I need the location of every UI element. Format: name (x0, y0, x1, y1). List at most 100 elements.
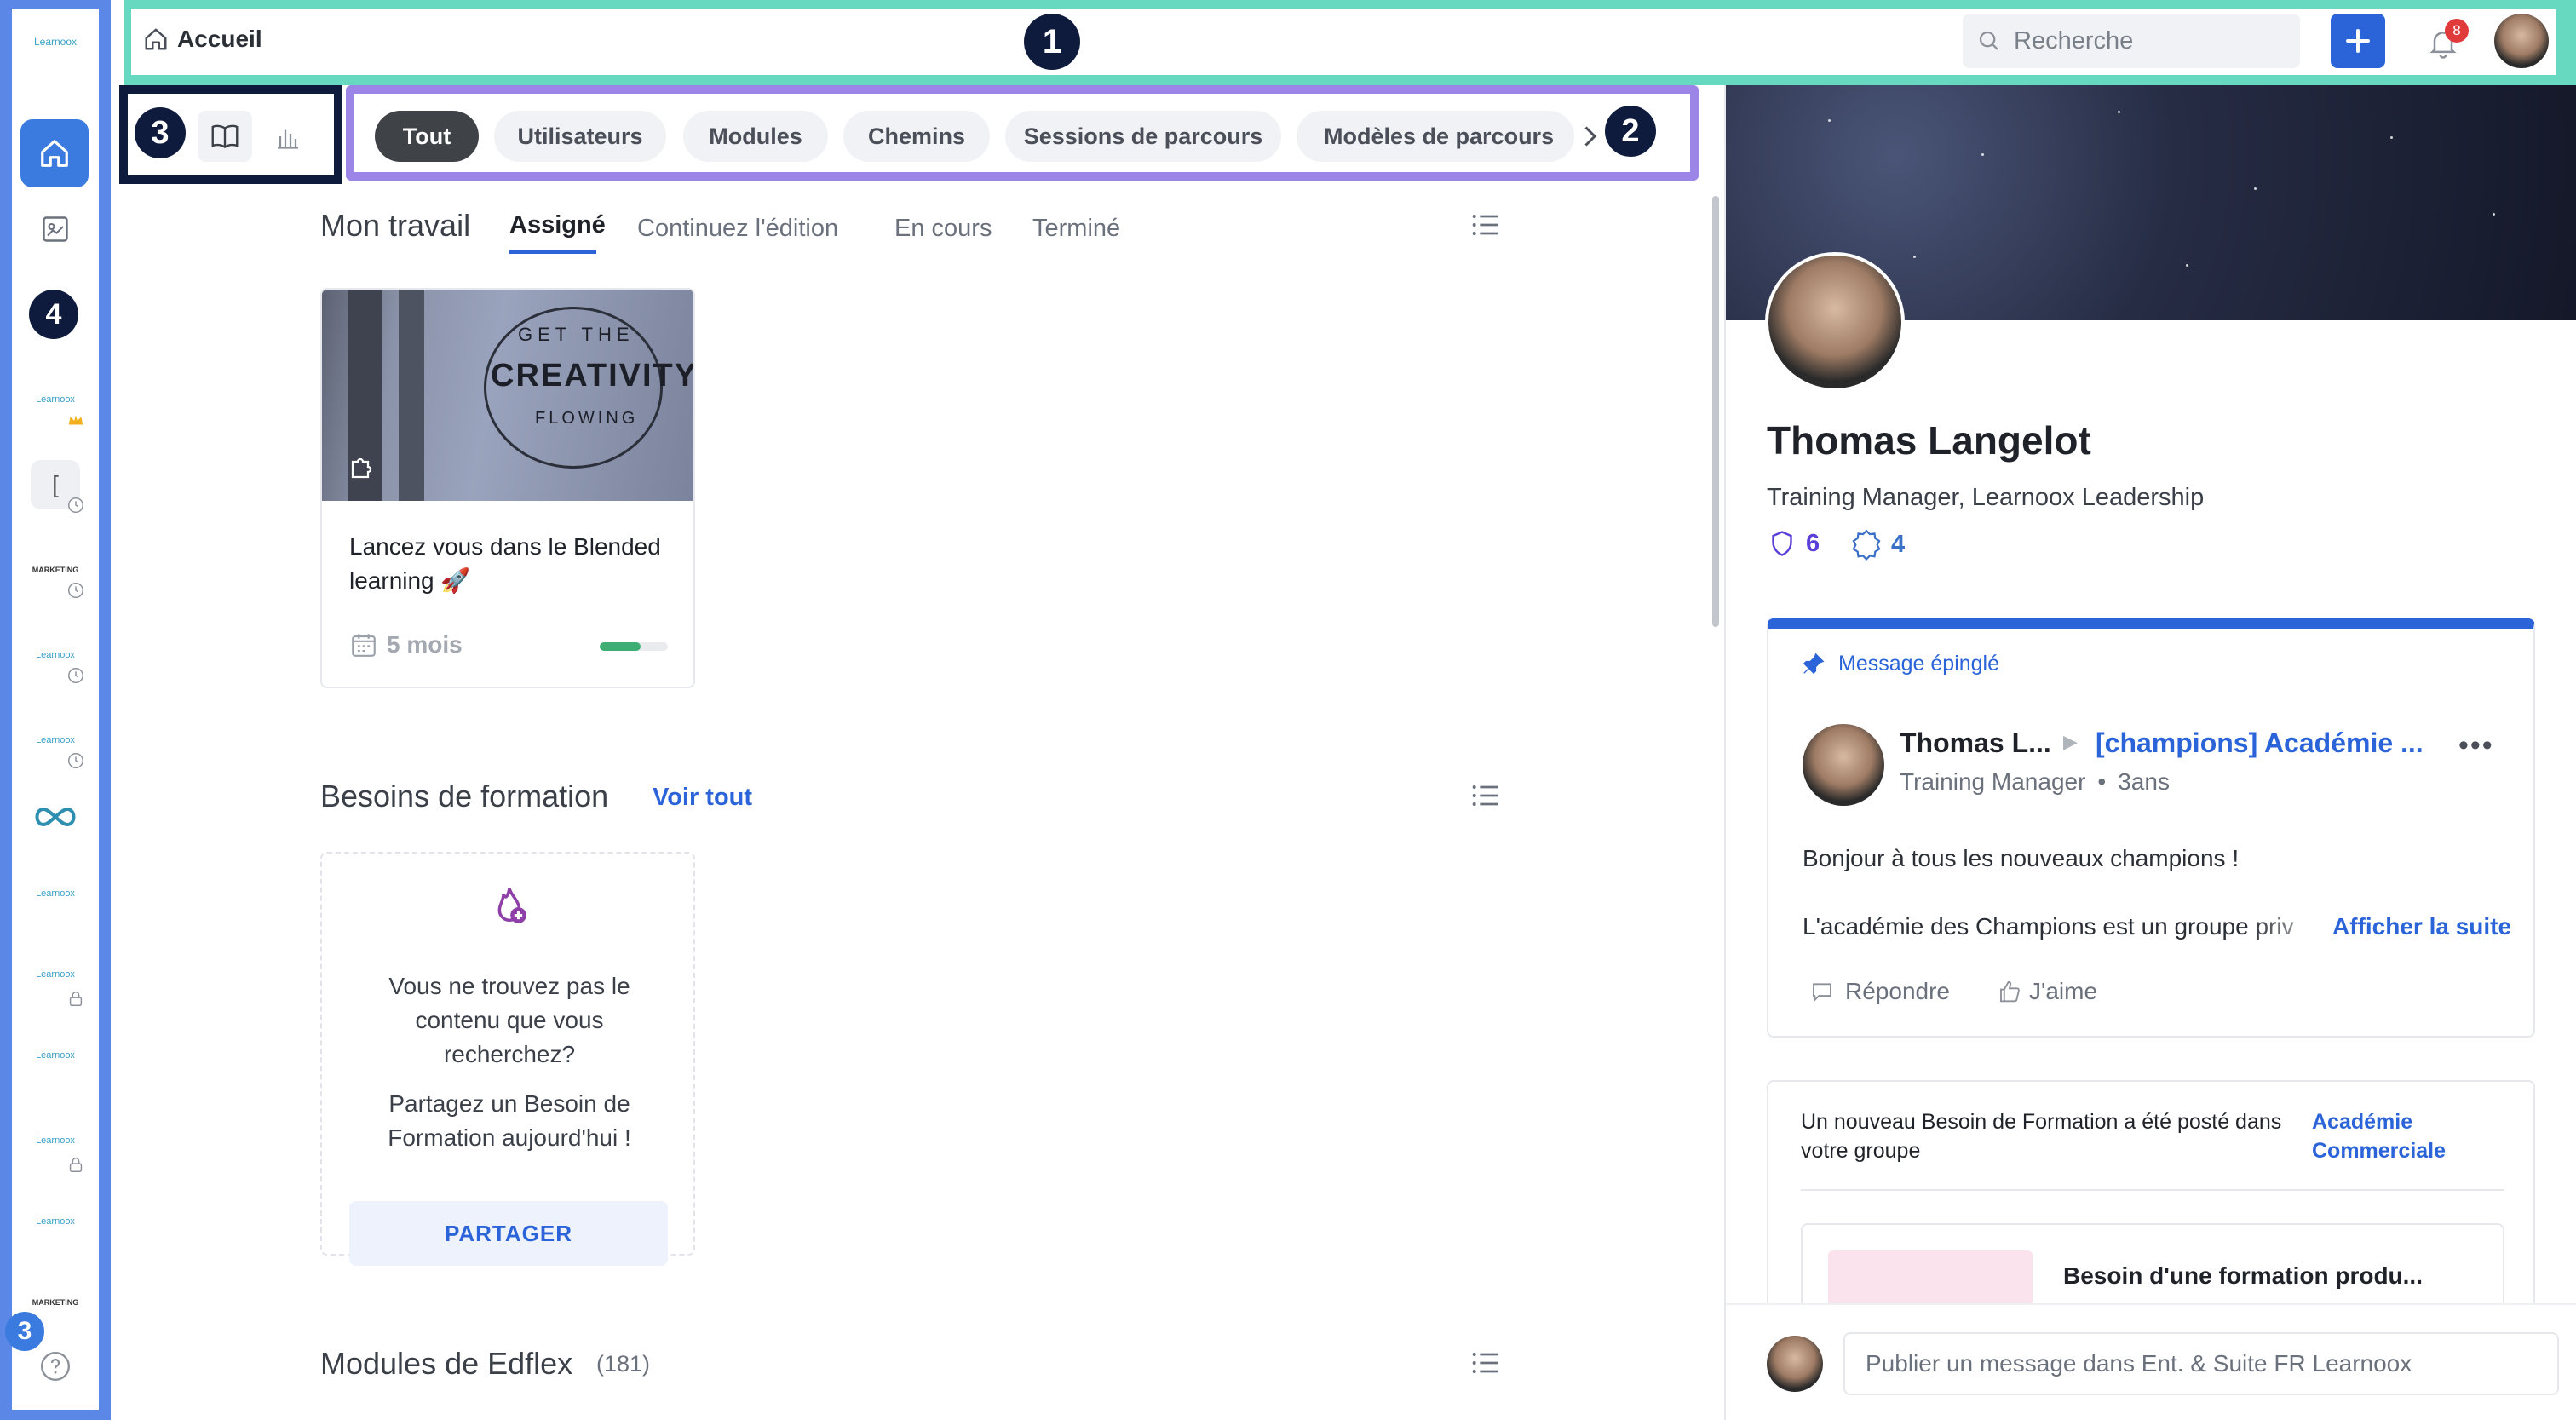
breadcrumb-label: Accueil (177, 26, 262, 52)
filter-tab-modules[interactable]: Modules (683, 111, 828, 162)
sidebar-infinity-button[interactable] (31, 792, 80, 842)
post-meta: Training Manager • 3ans (1900, 768, 2170, 795)
pinned-message-card: Message épinglé Thomas L... ▶ [champions… (1767, 618, 2535, 1038)
calendar-icon (352, 634, 376, 657)
tab-completed[interactable]: Terminé (1032, 215, 1120, 243)
share-button[interactable]: PARTAGER (349, 1201, 668, 1266)
list-view-button[interactable] (1469, 1346, 1503, 1380)
notice-need-title: Besoin d'une formation produ... (2063, 1262, 2423, 1289)
sidebar-group-5[interactable]: Learnoox (31, 716, 83, 768)
filter-tab-templates[interactable]: Modèles de parcours (1297, 111, 1574, 162)
profile-stat-badges[interactable]: 6 (1767, 528, 1820, 559)
tab-active-underline (509, 250, 596, 254)
like-button[interactable]: J'aime (1997, 978, 2097, 1005)
share-need-card: Vous ne trouvez pas le contenu que vous … (320, 852, 695, 1266)
app-logo[interactable]: Learnoox (12, 34, 99, 49)
filter-tab-all[interactable]: Tout (375, 111, 479, 162)
sidebar-group-1[interactable]: Learnoox (31, 375, 83, 425)
composer-avatar (1767, 1336, 1823, 1392)
create-button[interactable] (2331, 14, 2385, 68)
badge-icon (1852, 529, 1881, 561)
filter-tab-paths[interactable]: Chemins (843, 111, 990, 162)
sidebar-panel: Learnoox 4 Learnoox [ MARKETING Learnoox… (5, 9, 99, 1410)
list-icon (1472, 215, 1498, 235)
home-icon (41, 140, 68, 167)
show-more-link[interactable]: Afficher la suite (2332, 913, 2511, 940)
callout-3: 3 (135, 107, 186, 158)
help-button[interactable] (39, 1350, 72, 1383)
composer-input[interactable]: Publier un message dans Ent. & Suite FR … (1843, 1332, 2559, 1395)
top-bar-panel: Accueil 1 Recherche 8 (131, 9, 2556, 75)
reply-button[interactable]: Répondre (1809, 978, 1950, 1005)
training-needs-title: Besoins de formation (320, 779, 609, 813)
sidebar-group-2[interactable]: [ (31, 460, 83, 513)
arrow-right-icon: ▶ (2063, 731, 2078, 752)
sidebar-group-6[interactable]: Learnoox (31, 869, 80, 918)
help-icon (40, 1351, 71, 1382)
search-input[interactable]: Recherche (1963, 14, 2300, 68)
shield-icon (1772, 531, 1792, 556)
puzzle-icon (351, 457, 372, 479)
pin-icon (1803, 653, 1825, 675)
sidebar-dashboard-button[interactable] (31, 204, 80, 254)
book-open-icon (211, 124, 239, 149)
tab-in-progress[interactable]: En cours (894, 215, 992, 243)
list-view-button[interactable] (1469, 779, 1503, 813)
post-group-link[interactable]: [champions] Académie ... (2096, 727, 2424, 759)
flame-plus-icon (497, 888, 526, 923)
notice-divider (1801, 1189, 2504, 1191)
callout-3-bottom: 3 (5, 1312, 44, 1351)
progress-fill (600, 642, 641, 651)
dashboard-icon (43, 216, 68, 242)
my-work-title: Mon travail (320, 208, 471, 243)
tab-continue-editing[interactable]: Continuez l'édition (637, 215, 838, 243)
list-view-button[interactable] (1469, 208, 1503, 242)
profile-stat-certificates[interactable]: 4 (1850, 528, 1905, 561)
sidebar-group-10[interactable]: Learnoox (31, 1197, 80, 1246)
list-icon (1472, 785, 1498, 806)
clock-icon (68, 497, 83, 513)
search-placeholder: Recherche (2014, 26, 2134, 55)
user-avatar[interactable] (2494, 14, 2549, 68)
sidebar-group-9[interactable]: Learnoox (31, 1116, 83, 1172)
clock-icon (68, 668, 83, 683)
filter-tab-sessions[interactable]: Sessions de parcours (1005, 111, 1281, 162)
stats-view-button[interactable] (261, 111, 315, 162)
catalog-view-button[interactable] (198, 111, 252, 162)
home-icon (145, 28, 167, 50)
module-card-duration: 5 mois (349, 630, 463, 659)
lock-icon (69, 1157, 83, 1172)
post-line-1: Bonjour à tous les nouveaux champions ! (1803, 845, 2240, 871)
share-need-text-1: Vous ne trouvez pas le contenu que vous … (388, 973, 630, 1067)
sidebar-group-3[interactable]: MARKETING (31, 545, 83, 598)
more-options-icon[interactable]: ••• (2458, 729, 2494, 762)
pinned-label: Message épinglé (1801, 651, 1999, 676)
scroll-right-button[interactable] (1574, 119, 1605, 153)
edflex-title: Modules de Edflex (320, 1346, 573, 1381)
sidebar-group-8[interactable]: Learnoox (31, 1031, 80, 1080)
edflex-count: (181) (596, 1351, 651, 1377)
profile-role: Training Manager, Learnoox Leadership (1767, 484, 2205, 511)
main-scrollbar[interactable] (1712, 196, 1719, 627)
filter-tab-users[interactable]: Utilisateurs (494, 111, 666, 162)
callout-1: 1 (1024, 14, 1080, 70)
module-card-image: GET THE CREATIVITY FLOWING (322, 290, 693, 501)
bar-chart-icon (278, 129, 298, 149)
clock-icon (68, 583, 83, 598)
profile-avatar[interactable] (1765, 252, 1905, 392)
module-card[interactable]: GET THE CREATIVITY FLOWING Lancez vous d… (320, 288, 695, 688)
post-author-name[interactable]: Thomas L... (1900, 727, 2051, 759)
chevron-right-icon (1584, 126, 1597, 147)
sidebar-group-7[interactable]: Learnoox (31, 950, 83, 1006)
notice-text: Un nouveau Besoin de Formation a été pos… (1801, 1110, 2282, 1163)
sidebar-group-4[interactable]: Learnoox (31, 630, 83, 683)
share-need-text-2: Partagez un Besoin de Formation aujourd'… (388, 1090, 631, 1151)
notifications-button[interactable]: 8 (2423, 19, 2469, 63)
breadcrumb[interactable]: Accueil (143, 26, 262, 53)
post-author-avatar[interactable] (1803, 724, 1884, 806)
tab-assigned[interactable]: Assigné (509, 211, 606, 239)
notice-group-link[interactable]: Académie Commerciale (2312, 1107, 2499, 1165)
profile-name: Thomas Langelot (1767, 418, 2091, 463)
see-all-link[interactable]: Voir tout (653, 784, 752, 812)
sidebar-home-button[interactable] (20, 119, 89, 187)
